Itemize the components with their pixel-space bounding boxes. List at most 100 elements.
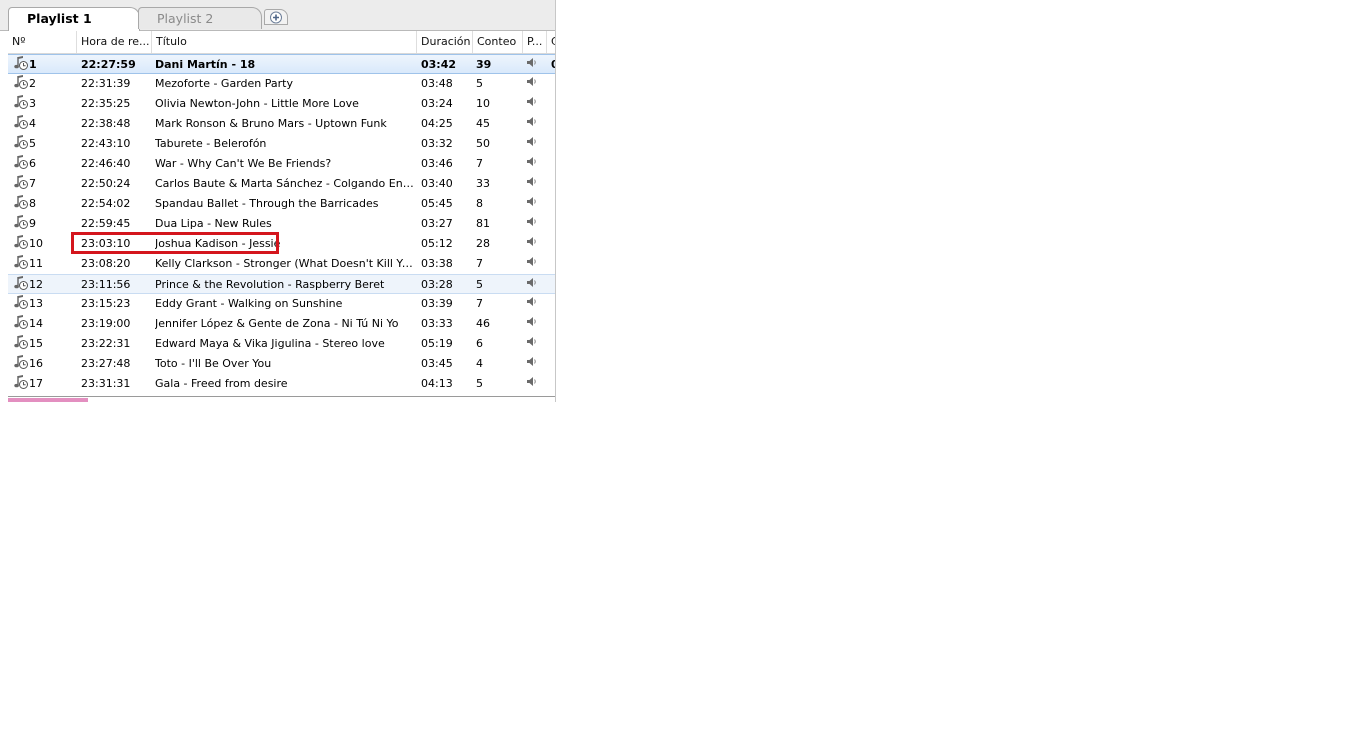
speaker-icon[interactable]: [526, 94, 540, 114]
speaker-icon[interactable]: [526, 234, 540, 254]
row-start-time: 23:15:23: [81, 297, 131, 310]
row-count: 7: [476, 257, 483, 270]
row-count: 7: [476, 157, 483, 170]
row-duration: 03:39: [421, 297, 453, 310]
tab-playlist-2[interactable]: Playlist 2: [138, 7, 262, 29]
speaker-icon[interactable]: [526, 174, 540, 194]
row-count: 46: [476, 317, 490, 330]
table-row[interactable]: 15 23:22:31 Edward Maya & Vika Jigulina - …: [8, 334, 556, 354]
row-start-time: 23:22:31: [81, 337, 131, 350]
music-note-clock-icon: [13, 114, 29, 134]
table-row[interactable]: 4 22:38:48 Mark Ronson & Bruno Mars - Upto…: [8, 114, 556, 134]
row-count: 28: [476, 237, 490, 250]
music-note-clock-icon: [13, 354, 29, 374]
row-title: Prince & the Revolution - Raspberry Bere…: [155, 278, 385, 291]
row-title: Carlos Baute & Marta Sánchez - Colgando …: [155, 177, 415, 190]
speaker-icon[interactable]: [526, 354, 540, 374]
row-number: 2: [29, 77, 36, 90]
table-row[interactable]: 11 23:08:20 Kelly Clarkson - Stronger (Wha…: [8, 254, 556, 274]
speaker-icon[interactable]: [526, 154, 540, 174]
row-title: Gala - Freed from desire: [155, 377, 288, 390]
row-number: 16: [29, 357, 43, 370]
row-count: 33: [476, 177, 490, 190]
speaker-icon[interactable]: [526, 314, 540, 334]
speaker-icon[interactable]: [526, 275, 540, 295]
row-start-time: 22:43:10: [81, 137, 131, 150]
add-tab-button[interactable]: [264, 9, 288, 25]
row-title: Taburete - Belerofón: [155, 137, 267, 150]
table-row[interactable]: 7 22:50:24 Carlos Baute & Marta Sánchez - …: [8, 174, 556, 194]
row-title: Jennifer López & Gente de Zona - Ni Tú N…: [155, 317, 399, 330]
row-title: Mark Ronson & Bruno Mars - Uptown Funk: [155, 117, 387, 130]
speaker-icon[interactable]: [526, 134, 540, 154]
row-start-time: 22:46:40: [81, 157, 131, 170]
row-count: 6: [476, 337, 483, 350]
column-header-title[interactable]: Título: [152, 31, 417, 53]
music-note-clock-icon: [13, 334, 29, 354]
row-duration: 03:48: [421, 77, 453, 90]
table-row[interactable]: 1 22:27:59 Dani Martín - 18 03:42 39 0: [8, 54, 556, 74]
row-title: Toto - I'll Be Over You: [155, 357, 272, 370]
row-number: 3: [29, 97, 36, 110]
speaker-icon[interactable]: [526, 254, 540, 274]
row-title: Kelly Clarkson - Stronger (What Doesn't …: [155, 257, 415, 270]
speaker-icon[interactable]: [526, 334, 540, 354]
speaker-icon[interactable]: [526, 114, 540, 134]
speaker-icon[interactable]: [526, 214, 540, 234]
panel-right-edge: [555, 0, 556, 402]
speaker-icon[interactable]: [526, 74, 540, 94]
row-count: 50: [476, 137, 490, 150]
row-start-time: 22:38:48: [81, 117, 131, 130]
table-row[interactable]: 14 23:19:00 Jennifer López & Gente de Zona…: [8, 314, 556, 334]
row-duration: 03:24: [421, 97, 453, 110]
playlist-header: Nº Hora de re... Título Duración Conteo …: [8, 31, 556, 54]
row-number: 5: [29, 137, 36, 150]
speaker-icon[interactable]: [526, 55, 540, 75]
table-row[interactable]: 8 22:54:02 Spandau Ballet - Through the Ba…: [8, 194, 556, 214]
list-bottom-divider: [8, 396, 556, 397]
row-duration: 03:38: [421, 257, 453, 270]
music-note-clock-icon: [13, 234, 29, 254]
row-title: Dua Lipa - New Rules: [155, 217, 272, 230]
column-header-duration[interactable]: Duración: [417, 31, 473, 53]
row-number: 12: [29, 278, 43, 291]
row-count: 8: [476, 197, 483, 210]
table-row[interactable]: 9 22:59:45 Dua Lipa - New Rules 03:27 81: [8, 214, 556, 234]
row-title: Dani Martín - 18: [155, 58, 256, 71]
tab-playlist-1[interactable]: Playlist 1: [8, 7, 140, 31]
table-row[interactable]: 2 22:31:39 Mezoforte - Garden Party 03:48 5: [8, 74, 556, 94]
table-row[interactable]: 3 22:35:25 Olivia Newton-John - Little Mor…: [8, 94, 556, 114]
music-note-clock-icon: [13, 214, 29, 234]
add-tab-icon: [270, 11, 282, 24]
speaker-icon[interactable]: [526, 374, 540, 394]
row-count: 45: [476, 117, 490, 130]
status-strip: [8, 398, 88, 402]
column-header-count[interactable]: Conteo: [473, 31, 523, 53]
row-duration: 03:33: [421, 317, 453, 330]
row-duration: 03:28: [421, 278, 453, 291]
column-header-p[interactable]: P...: [523, 31, 547, 53]
table-row[interactable]: 17 23:31:31 Gala - Freed from desire 04:13 5: [8, 374, 556, 394]
row-start-time: 23:31:31: [81, 377, 131, 390]
table-row[interactable]: 12 23:11:56 Prince & the Revolution - Rasp…: [8, 274, 556, 294]
row-count: 5: [476, 77, 483, 90]
table-row[interactable]: 6 22:46:40 War - Why Can't We Be Friends? 0…: [8, 154, 556, 174]
row-duration: 03:46: [421, 157, 453, 170]
column-header-number[interactable]: Nº: [8, 31, 77, 53]
row-count: 10: [476, 97, 490, 110]
table-row[interactable]: 16 23:27:48 Toto - I'll Be Over You 03:45 4: [8, 354, 556, 374]
row-duration: 03:45: [421, 357, 453, 370]
table-row[interactable]: 13 23:15:23 Eddy Grant - Walking on Sunshi…: [8, 294, 556, 314]
playlist-rows: 1 22:27:59 Dani Martín - 18 03:42 39 0 2 22:31:…: [8, 54, 556, 394]
music-note-clock-icon: [13, 254, 29, 274]
row-count: 5: [476, 377, 483, 390]
row-title: Eddy Grant - Walking on Sunshine: [155, 297, 343, 310]
music-note-clock-icon: [13, 314, 29, 334]
column-header-time[interactable]: Hora de re...: [77, 31, 152, 53]
row-number: 8: [29, 197, 36, 210]
music-note-clock-icon: [13, 134, 29, 154]
speaker-icon[interactable]: [526, 294, 540, 314]
table-row[interactable]: 5 22:43:10 Taburete - Belerofón 03:32 50: [8, 134, 556, 154]
speaker-icon[interactable]: [526, 194, 540, 214]
row-duration: 04:25: [421, 117, 453, 130]
